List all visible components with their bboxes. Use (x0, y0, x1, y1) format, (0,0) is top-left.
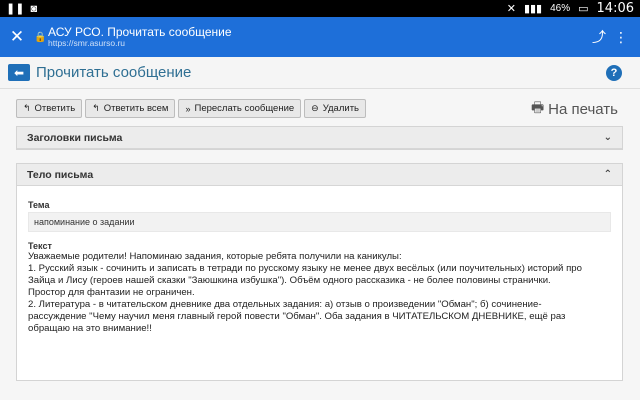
back-arrow-icon[interactable]: ⬅ (8, 64, 30, 81)
reply-all-button-label: Ответить всем (103, 103, 169, 114)
print-button[interactable]: 🖶 На печать (531, 97, 618, 121)
delete-icon: ⊖ (311, 103, 319, 113)
printer-icon: 🖶 (530, 99, 545, 115)
body-panel-toggle[interactable]: Тело письма ⌃ (17, 164, 622, 186)
delete-button-label: Удалить (322, 103, 359, 114)
message-line: Уважаемые родители! Напоминаю задания, к… (28, 251, 402, 262)
reply-all-button[interactable]: ↰ Ответить всем (85, 99, 176, 118)
message-line: 1. Русский язык - сочинить и записать в … (28, 263, 582, 274)
signal-icon: ▮▮▮ (523, 3, 543, 15)
subject-label: Тема (28, 200, 50, 210)
reply-all-icon: ↰ (92, 103, 100, 113)
chevron-up-icon[interactable]: ⌃ (604, 169, 612, 180)
headers-panel-toggle[interactable]: Заголовки письма ⌄ (17, 127, 622, 149)
app-header: ⬅ Прочитать сообщение ? (0, 57, 640, 89)
reply-button[interactable]: ↰ Ответить (16, 99, 83, 118)
message-line: рассуждение "Чему научил меня главный ге… (28, 311, 566, 322)
browser-toolbar: ✕ 🔒 АСУ РСО. Прочитать сообщение https:/… (0, 17, 640, 57)
clock: 14:06 (596, 1, 634, 16)
mute-icon: ✕ (506, 3, 516, 15)
status-bar: ❚❚ ◙ ✕ ▮▮▮ 46% ▭ 14:06 (0, 0, 640, 17)
chevron-down-icon[interactable]: ⌄ (604, 132, 612, 143)
body-panel: Тело письма ⌃ Тема напоминание о задании… (16, 163, 623, 381)
page-title: Прочитать сообщение (36, 64, 192, 81)
close-icon[interactable]: ✕ (0, 27, 34, 47)
delete-button[interactable]: ⊖ Удалить (304, 99, 366, 118)
forward-button-label: Переслать сообщение (194, 103, 295, 114)
pause-icon: ❚❚ (6, 3, 25, 15)
forward-icon: » (185, 103, 191, 114)
help-icon[interactable]: ? (606, 64, 622, 81)
browser-page-title: АСУ РСО. Прочитать сообщение (48, 24, 232, 39)
message-line: Зайца и Лису (героев нашей сказки "Заюшк… (28, 275, 551, 286)
print-button-label: На печать (548, 100, 618, 118)
message-toolbar: ↰ Ответить ↰ Ответить всем » Переслать с… (16, 99, 366, 118)
reply-icon: ↰ (23, 103, 31, 113)
lock-icon: 🔒 (34, 31, 47, 43)
instagram-icon: ◙ (30, 2, 38, 15)
body-panel-title: Тело письма (27, 168, 94, 181)
battery-level: 46% (550, 3, 571, 14)
headers-panel-title: Заголовки письма (27, 131, 123, 144)
message-line: 2. Литература - в читательском дневнике … (28, 299, 542, 310)
text-label: Текст (28, 241, 52, 251)
battery-icon: ▭ (578, 3, 589, 15)
message-line: Простор для фантазии не ограничен. (28, 287, 195, 298)
reply-button-label: Ответить (34, 103, 76, 114)
share-icon[interactable]: ⤴ (588, 27, 610, 47)
message-text: Уважаемые родители! Напоминаю задания, к… (28, 251, 611, 335)
browser-url: https://smr.asurso.ru (48, 37, 125, 48)
subject-value: напоминание о задании (28, 212, 611, 232)
forward-button[interactable]: » Переслать сообщение (178, 99, 302, 118)
message-line: обращаю на это внимание!! (28, 323, 152, 334)
more-options-icon[interactable]: ⋮ (610, 29, 632, 46)
headers-panel: Заголовки письма ⌄ (16, 126, 623, 150)
